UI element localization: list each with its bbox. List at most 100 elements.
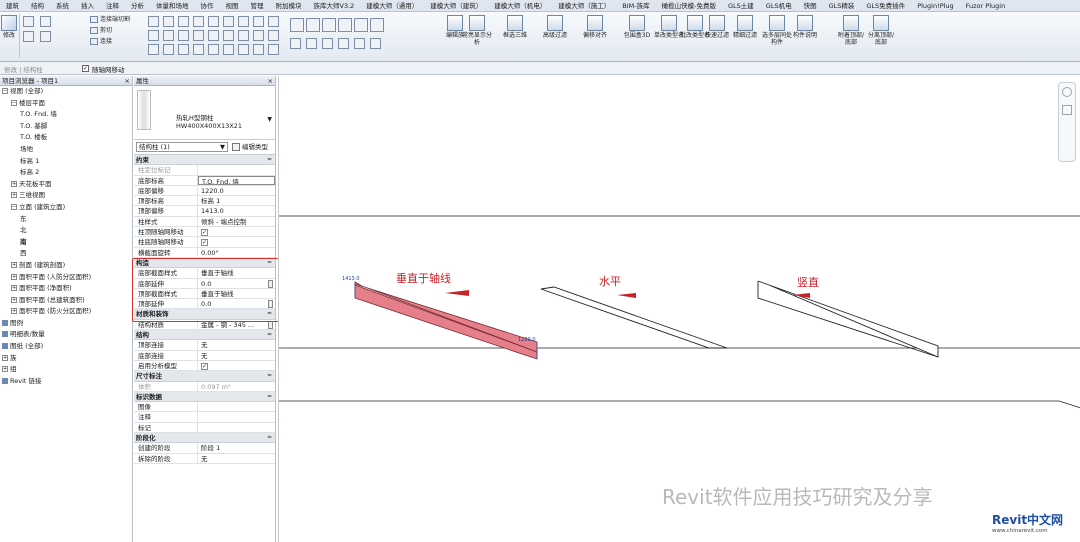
ribbon-tab[interactable]: GLS精装 [823, 0, 861, 11]
mirror-axis-icon[interactable] [238, 30, 249, 41]
close-icon[interactable]: × [268, 76, 273, 86]
ribbon-tab[interactable]: 建筑 [0, 0, 25, 11]
plugin-button[interactable]: 偏移对齐 [580, 15, 610, 39]
expand-icon[interactable]: + [2, 354, 8, 361]
clipboard-icon[interactable] [23, 31, 34, 42]
tool-icon[interactable] [370, 38, 381, 49]
mirror-axis-icon[interactable] [178, 16, 189, 27]
plugin-button[interactable]: 精细过滤 [730, 15, 760, 39]
ribbon-tab[interactable]: 分析 [125, 0, 150, 11]
tree-item[interactable]: 北 [0, 225, 132, 237]
property-value[interactable]: 倾斜 - 端点控制 [198, 217, 275, 226]
plugin-button[interactable]: 常亮显示分析 [462, 15, 492, 46]
match-icon[interactable] [40, 31, 51, 42]
plugin-button[interactable]: 包围盒3D [622, 15, 652, 39]
tool-icon[interactable] [290, 18, 304, 32]
delete-icon[interactable] [253, 44, 264, 55]
ribbon-tab[interactable]: 结构 [25, 0, 50, 11]
tree-item[interactable]: Revit 链接 [0, 376, 132, 388]
ribbon-tab[interactable]: 注释 [100, 0, 125, 11]
ribbon-tab[interactable]: 建模大师（建筑） [424, 0, 488, 11]
property-value[interactable]: T.O. Fnd. 墙 [198, 175, 275, 185]
ribbon-tab[interactable]: 建模大师（机电） [488, 0, 552, 11]
collapse-icon[interactable]: − [11, 99, 17, 106]
property-group-header[interactable]: 阶段化 ≈ [134, 433, 275, 444]
tree-item[interactable]: 场地 [0, 144, 132, 156]
ribbon-tab[interactable]: Plugin!Plug [911, 0, 959, 11]
property-group-header[interactable]: 尺寸标注 ≈ [134, 371, 275, 382]
ribbon-tab[interactable]: 附加模块 [270, 0, 308, 11]
tool-icon[interactable] [322, 18, 336, 32]
property-value[interactable] [198, 165, 275, 174]
paste-icon[interactable] [23, 16, 34, 27]
expand-icon[interactable]: + [11, 192, 17, 199]
tree-item[interactable]: − 视图 (全部) [0, 86, 132, 98]
tree-item[interactable]: + 面积平面 (总建筑面积) [0, 295, 132, 307]
collapse-group-icon[interactable]: ≈ [267, 392, 272, 402]
pin-icon[interactable] [238, 44, 249, 55]
copy-icon[interactable] [223, 16, 234, 27]
plugin-button[interactable]: 框选三维 [500, 15, 530, 39]
rotate-icon[interactable] [238, 16, 249, 27]
expand-icon[interactable]: + [11, 273, 17, 280]
collapse-icon[interactable]: − [11, 203, 17, 210]
tree-item[interactable]: 标高 1 [0, 156, 132, 168]
tool-icon[interactable] [338, 18, 352, 32]
ribbon-tab[interactable]: GLS免费插件 [860, 0, 911, 11]
join-cut-button[interactable]: 连接端切割 [90, 15, 130, 24]
property-value[interactable]: 阶段 1 [198, 443, 275, 452]
property-value[interactable] [198, 412, 275, 421]
collapse-icon[interactable]: − [2, 88, 8, 94]
column-vertical[interactable] [757, 280, 939, 358]
cut-button[interactable]: 剪切 [90, 26, 112, 35]
property-value[interactable]: ✓ [198, 227, 275, 237]
ribbon-tab[interactable]: 系统 [50, 0, 75, 11]
expand-icon[interactable]: + [11, 285, 17, 292]
plugin-button[interactable]: 构件说明 [790, 15, 820, 39]
ribbon-tab[interactable]: 插入 [75, 0, 100, 11]
tree-item[interactable]: 西 [0, 248, 132, 260]
property-value[interactable]: 标高 1 [198, 196, 275, 205]
property-value[interactable] [198, 402, 275, 411]
instance-filter-dropdown[interactable]: 结构柱 (1) ▼ [136, 142, 228, 152]
align-icon[interactable] [268, 44, 279, 55]
ribbon-tab[interactable]: 协作 [195, 0, 220, 11]
property-value[interactable]: 0.097 m³ [198, 382, 275, 391]
property-value[interactable]: 0.00° [198, 248, 275, 257]
tree-item[interactable]: + 三维视图 [0, 190, 132, 202]
collapse-group-icon[interactable]: ≈ [267, 371, 272, 381]
expand-icon[interactable]: + [11, 180, 17, 187]
tree-item[interactable]: − 立面 (建筑立面) [0, 202, 132, 214]
property-value[interactable]: ✓ [198, 237, 275, 247]
move-icon[interactable] [208, 16, 219, 27]
ribbon-tab[interactable]: 快图 [798, 0, 823, 11]
tool-icon[interactable] [354, 18, 368, 32]
collapse-group-icon[interactable]: ≈ [267, 155, 272, 165]
property-value[interactable] [198, 423, 275, 432]
tool-icon[interactable] [322, 38, 333, 49]
property-checkbox[interactable]: ✓ [201, 229, 208, 237]
property-value[interactable]: ✓ [198, 361, 275, 370]
align-icon[interactable] [208, 30, 219, 41]
tree-item[interactable]: 明细表/数量 [0, 329, 132, 341]
tree-item[interactable]: 图纸 (全部) [0, 341, 132, 353]
property-group-header[interactable]: 约束 ≈ [134, 155, 275, 166]
zoom-icon[interactable] [1062, 105, 1072, 115]
type-selector[interactable]: 热轧H型钢柱 HW400X400X13X21 ▼ [134, 86, 275, 140]
property-value[interactable]: 无 [198, 340, 275, 349]
tree-item[interactable]: + 族 [0, 353, 132, 365]
plugin-button[interactable]: 选多层同处构件 [762, 15, 792, 46]
offset-icon[interactable] [223, 30, 234, 41]
scale-icon[interactable] [163, 30, 174, 41]
tool-icon[interactable] [354, 38, 365, 49]
tree-item[interactable]: T.O. 基脚 [0, 121, 132, 133]
array-icon[interactable] [208, 44, 219, 55]
tree-item[interactable]: 标高 2 [0, 167, 132, 179]
split-icon[interactable] [193, 44, 204, 55]
tool-icon[interactable] [306, 18, 320, 32]
ribbon-tab[interactable]: 视图 [220, 0, 245, 11]
property-group-header[interactable]: 标识数据 ≈ [134, 391, 275, 403]
tree-item[interactable]: + 剖面 (建筑剖面) [0, 260, 132, 272]
edit-type-button[interactable]: 编辑类型 [232, 142, 268, 152]
offset-icon[interactable] [163, 16, 174, 27]
